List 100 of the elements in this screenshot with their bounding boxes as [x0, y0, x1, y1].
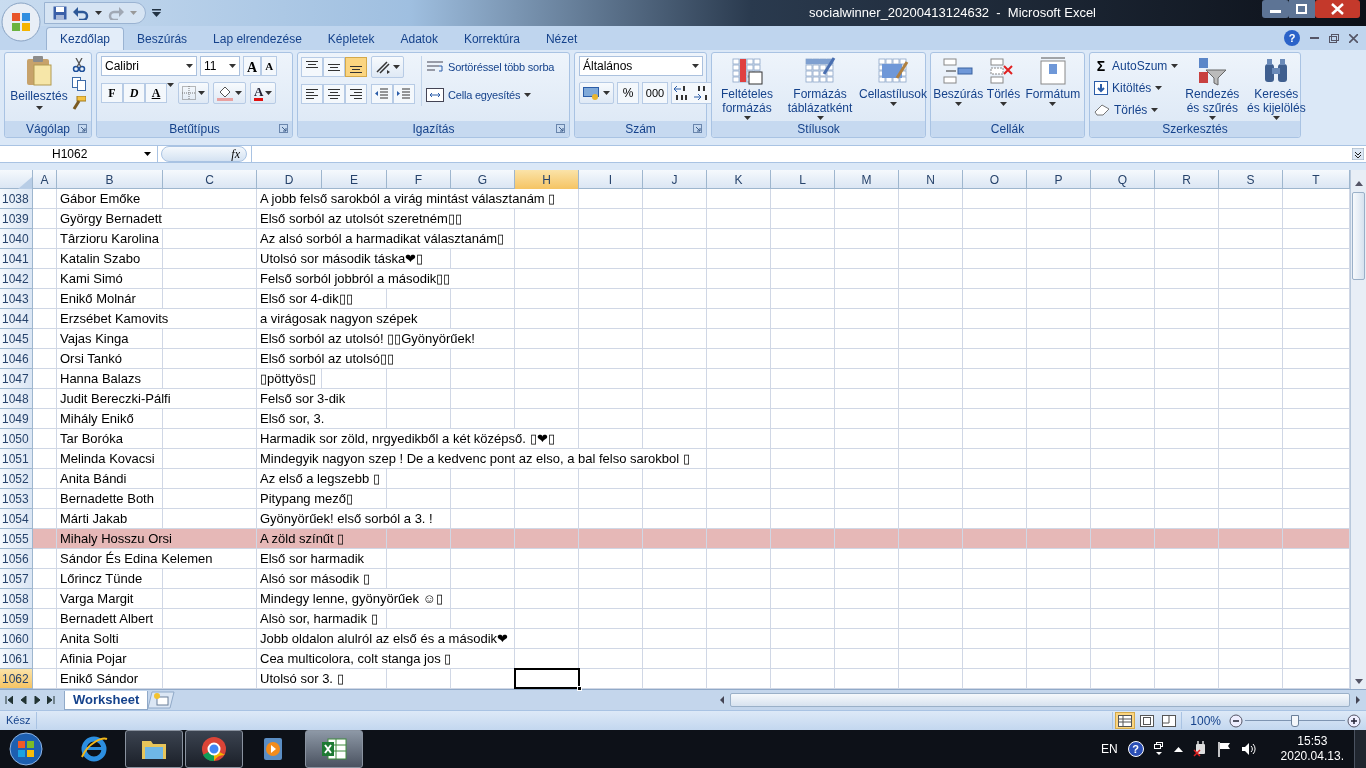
format-button[interactable]: Formátum — [1023, 56, 1082, 106]
brush-icon[interactable] — [72, 96, 86, 110]
row-header[interactable]: 1059 — [0, 609, 33, 629]
row-header[interactable]: 1040 — [0, 229, 33, 249]
shrink-font-button[interactable]: A — [261, 56, 278, 76]
dropdown-caret-icon[interactable] — [954, 102, 962, 106]
help-tray-button[interactable]: ? — [1127, 741, 1144, 757]
orientation-button[interactable] — [371, 56, 404, 78]
fill-color-button[interactable] — [213, 82, 246, 104]
dialog-launcher-icon[interactable] — [78, 124, 87, 133]
paste-button[interactable]: Beillesztés — [9, 56, 69, 110]
row-header[interactable]: 1044 — [0, 309, 33, 329]
ribbon-tab[interactable]: Képletek — [314, 27, 388, 50]
bold-button[interactable]: F — [101, 83, 123, 103]
dropdown-caret-icon[interactable] — [393, 65, 400, 69]
dialog-launcher-icon[interactable] — [279, 124, 288, 133]
expand-icon[interactable] — [1352, 148, 1364, 160]
vertical-align-button[interactable] — [301, 57, 323, 77]
dropdown-caret-icon[interactable] — [167, 83, 174, 87]
row-header[interactable]: 1060 — [0, 629, 33, 649]
sheet-nav-icon[interactable] — [47, 696, 55, 704]
dropdown-caret-icon[interactable] — [198, 91, 205, 95]
dropdown-caret-icon[interactable] — [265, 91, 273, 95]
dropdown-caret-icon[interactable] — [1151, 108, 1159, 112]
merge-button[interactable]: Cella egyesítés — [426, 84, 555, 106]
slider-thumb[interactable] — [1291, 714, 1299, 727]
percent-button[interactable]: % — [617, 82, 639, 104]
dialog-launcher-icon[interactable] — [693, 124, 702, 133]
row-header[interactable]: 1048 — [0, 389, 33, 409]
ribbon-tab[interactable]: Adatok — [387, 27, 451, 50]
zoom-in-icon[interactable] — [1347, 713, 1361, 728]
row-header[interactable]: 1051 — [0, 449, 33, 469]
customize-toolbar-icon[interactable] — [152, 9, 161, 17]
copy-icon[interactable] — [72, 77, 86, 91]
row-header[interactable]: 1047 — [0, 369, 33, 389]
language-bar-icon[interactable] — [1153, 741, 1164, 757]
selected-cell[interactable] — [514, 668, 580, 689]
scissors-icon[interactable] — [72, 58, 86, 72]
row-header[interactable]: 1052 — [0, 469, 33, 489]
row-header[interactable]: 1049 — [0, 409, 33, 429]
speaker-icon[interactable] — [1240, 741, 1257, 757]
row-header[interactable]: 1057 — [0, 569, 33, 589]
taskbar-button[interactable] — [305, 730, 363, 768]
font-color-button[interactable]: A — [250, 82, 277, 104]
dropdown-caret-icon[interactable] — [889, 102, 897, 106]
horizontal-align-button[interactable] — [301, 84, 323, 104]
row-header[interactable]: 1056 — [0, 549, 33, 569]
vertical-align-button[interactable] — [323, 57, 345, 77]
row-header[interactable]: 1054 — [0, 509, 33, 529]
number-format-field[interactable]: Általános — [579, 56, 703, 76]
clear-button[interactable]: Törlés — [1094, 100, 1179, 120]
dialog-launcher-icon[interactable] — [556, 124, 565, 133]
row-header[interactable]: 1039 — [0, 209, 33, 229]
cell-styles-button[interactable]: Cellastílusok — [860, 56, 926, 106]
row-header[interactable]: 1038 — [0, 189, 33, 209]
language-indicator[interactable]: EN — [1100, 740, 1118, 758]
dropdown-caret-icon[interactable] — [603, 91, 610, 95]
ribbon-tab[interactable]: Korrektúra — [450, 27, 533, 50]
dropdown-caret-icon[interactable] — [144, 152, 151, 156]
currency-button[interactable] — [579, 82, 614, 104]
row-header[interactable]: 1055 — [0, 529, 33, 549]
start-button-icon[interactable] — [8, 731, 44, 767]
zoom-slider[interactable] — [1245, 713, 1345, 728]
row-header[interactable]: 1046 — [0, 349, 33, 369]
save-icon[interactable] — [53, 6, 67, 20]
zoom-out-icon[interactable] — [1229, 713, 1243, 728]
name-box[interactable]: H1062 — [0, 145, 158, 163]
ribbon-tab[interactable]: Kezdőlap — [46, 27, 125, 50]
clock-time[interactable]: 15:53 — [1297, 734, 1328, 749]
row-header[interactable]: 1062 — [0, 669, 33, 689]
sort-filter-button[interactable]: Rendezés és szűrés — [1181, 56, 1244, 120]
horizontal-align-button[interactable] — [345, 84, 367, 104]
fill-button[interactable]: Kitöltés — [1094, 78, 1179, 98]
sheet-tab[interactable]: Worksheet — [64, 690, 149, 710]
insert-button[interactable]: Beszúrás — [933, 56, 984, 106]
column-header[interactable]: H — [515, 170, 579, 189]
dropdown-caret-icon[interactable] — [235, 91, 242, 95]
borders-button[interactable] — [178, 82, 209, 104]
view-button[interactable] — [1115, 712, 1136, 729]
indent-button[interactable] — [393, 84, 415, 104]
font-name-field[interactable]: Calibri — [101, 56, 197, 76]
autosum-button[interactable]: Σ AutoSzum — [1094, 56, 1179, 76]
restore-icon[interactable] — [1289, 0, 1315, 18]
delete-button[interactable]: Törlés — [983, 56, 1024, 106]
dropdown-caret-icon[interactable] — [1155, 86, 1163, 90]
flag-icon[interactable] — [1216, 741, 1231, 757]
sheet-nav-icon[interactable] — [5, 696, 13, 704]
row-header[interactable]: 1053 — [0, 489, 33, 509]
clock-date[interactable]: 2020.04.13. — [1280, 749, 1344, 764]
show-hidden-icons-icon[interactable] — [1173, 746, 1183, 752]
minimize-icon[interactable] — [1310, 36, 1319, 40]
vertical-scrollbar[interactable] — [1350, 170, 1366, 689]
horizontal-align-button[interactable] — [323, 84, 345, 104]
conditional-formatting-button[interactable]: Feltételes formázás — [714, 56, 780, 120]
dropdown-caret-icon[interactable] — [229, 64, 236, 68]
row-header[interactable]: 1042 — [0, 269, 33, 289]
row-header[interactable]: 1061 — [0, 649, 33, 669]
help-button[interactable]: ? — [1284, 30, 1300, 46]
row-header[interactable]: 1045 — [0, 329, 33, 349]
scroll-thumb[interactable] — [1352, 192, 1365, 280]
